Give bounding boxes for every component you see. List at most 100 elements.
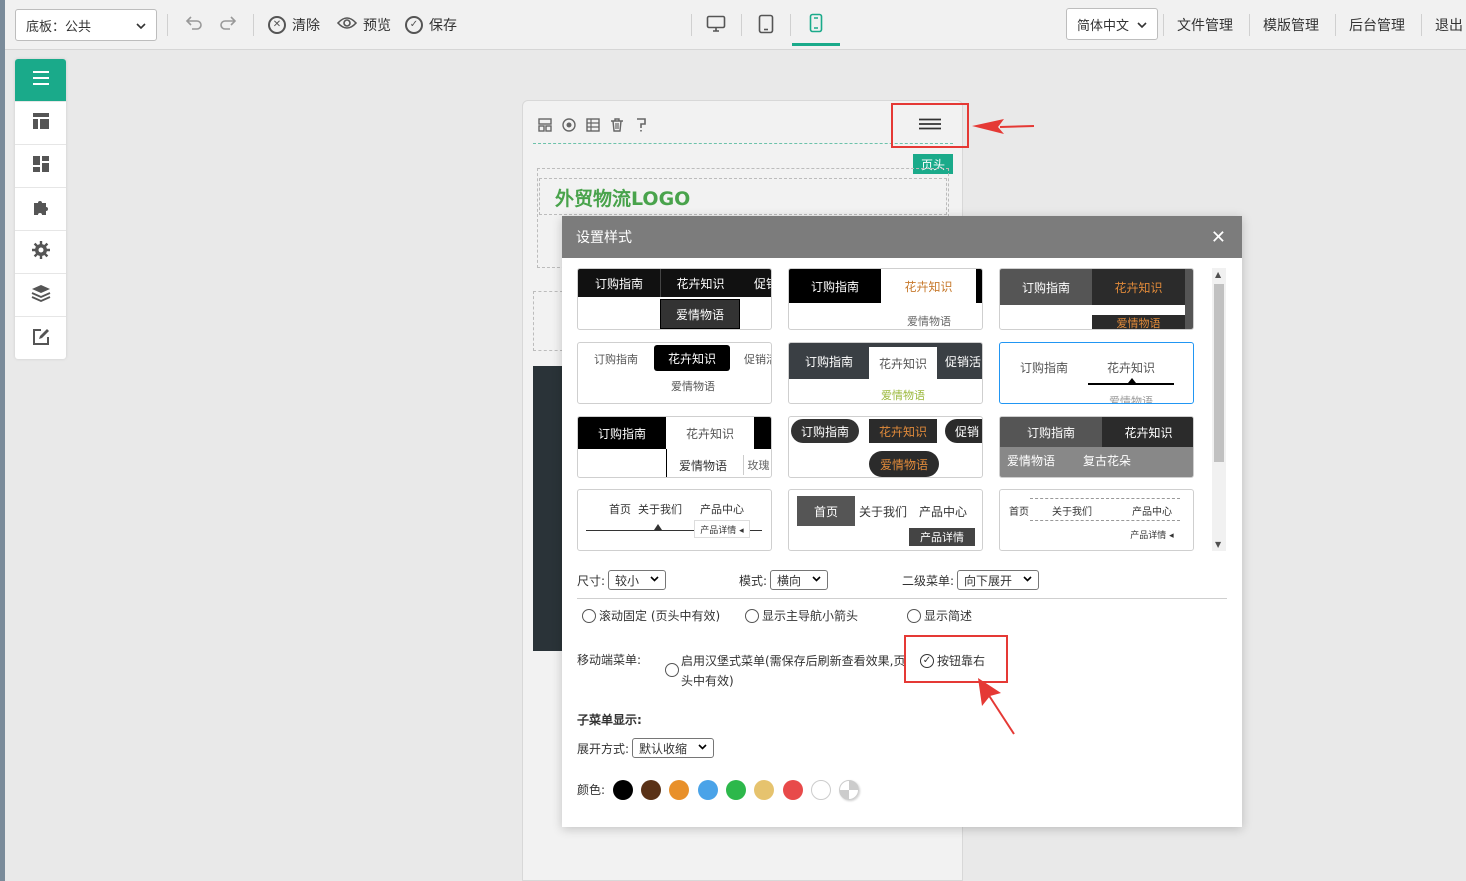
color-swatch-blue[interactable] (698, 780, 718, 800)
tile-text: 花卉知识 (1106, 360, 1155, 375)
toolbar-divider (1249, 14, 1250, 36)
tile-text: 订购指南 (791, 419, 859, 443)
size-select[interactable]: 较小 (608, 570, 666, 590)
styles-scrollbar[interactable]: ▲ ▼ (1212, 268, 1226, 551)
sidebar-item-edit[interactable] (15, 317, 66, 360)
gear-icon (31, 241, 50, 263)
sidebar-item-dashboard[interactable] (15, 145, 66, 188)
preview-button[interactable]: 预览 (336, 13, 391, 37)
tile-underline (1088, 383, 1174, 385)
sidebar-item-layers[interactable] (15, 274, 66, 317)
layers-icon (31, 284, 51, 306)
template-management-link[interactable]: 模版管理 (1263, 15, 1319, 35)
color-swatch-brown[interactable] (641, 780, 661, 800)
color-swatch-black[interactable] (613, 780, 633, 800)
style-option-7[interactable]: 订购指南 花卉知识 爱情物语 玫瑰 (577, 416, 772, 478)
desktop-view-button[interactable] (692, 6, 740, 46)
sidebar-item-layout[interactable] (15, 102, 66, 145)
admin-management-link[interactable]: 后台管理 (1349, 15, 1405, 35)
board-select[interactable]: 底板：公共 (15, 9, 157, 41)
check-icon[interactable]: ✓ (920, 653, 934, 668)
divider (577, 598, 1227, 599)
logout-link[interactable]: 退出 (1435, 15, 1463, 35)
tile-text: 关于我们 (858, 504, 907, 519)
color-swatch-gold[interactable] (754, 780, 774, 800)
file-management-link[interactable]: 文件管理 (1177, 15, 1233, 35)
tile-text: 花卉知识 (660, 269, 740, 297)
style-option-10[interactable]: 首页 关于我们 产品中心 产品详情 ◂ (577, 489, 772, 551)
tile-text: 爱情物语 (1092, 315, 1185, 329)
color-swatch-orange[interactable] (669, 780, 689, 800)
tile-text: 促销 (945, 419, 982, 443)
redo-button[interactable] (218, 13, 238, 37)
clear-button[interactable]: ✕ 清除 (268, 13, 320, 37)
list-icon[interactable] (585, 117, 601, 133)
tile-text: 首页 (797, 496, 855, 526)
toolbar-divider (253, 14, 254, 36)
target-icon[interactable] (561, 117, 577, 133)
scrollbar-thumb[interactable] (1214, 284, 1224, 462)
expand-select[interactable]: 默认收缩 (632, 738, 714, 758)
tile-accent (976, 269, 982, 303)
hamburger-option-radio[interactable] (665, 663, 679, 677)
sidebar-item-settings[interactable] (15, 231, 66, 274)
submenu-value: 向下展开 (964, 573, 1013, 588)
size-value: 较小 (615, 573, 640, 588)
tile-text: 花卉知识 (1092, 269, 1185, 305)
style-option-5[interactable]: 订购指南 花卉知识 促销活 爱情物语 (788, 342, 983, 404)
tablet-view-button[interactable] (742, 6, 790, 46)
color-swatch-white[interactable] (811, 780, 831, 800)
tile-text: 花卉知识 (1102, 417, 1193, 447)
show-arrow-option[interactable]: 显示主导航小箭头 (745, 607, 858, 624)
submenu-select[interactable]: 向下展开 (957, 570, 1039, 590)
hamburger-menu-button[interactable] (891, 103, 969, 148)
undo-button[interactable] (184, 13, 204, 37)
chevron-down-icon (698, 743, 707, 753)
style-option-1[interactable]: 订购指南 花卉知识 促销 爱情物语 (577, 268, 772, 330)
color-swatch-custom[interactable] (839, 780, 859, 800)
close-icon[interactable]: ✕ (1211, 227, 1226, 248)
menu-icon (32, 70, 50, 90)
style-option-9[interactable]: 订购指南 花卉知识 爱情物语 复古花朵 (999, 416, 1194, 478)
color-swatch-green[interactable] (726, 780, 746, 800)
show-desc-option[interactable]: 显示简述 (907, 607, 972, 624)
eye-icon (336, 16, 358, 34)
scroll-up-icon[interactable]: ▲ (1215, 270, 1221, 279)
desktop-icon (706, 15, 726, 37)
tile-text: 花卉知识 (904, 279, 953, 294)
style-option-12[interactable]: 首页 关于我们 产品中心 产品详情 ◂ (999, 489, 1194, 551)
submenu-label: 二级菜单: (902, 574, 955, 588)
tile-accent (754, 417, 771, 449)
tile-text: 爱情物语 (907, 315, 951, 328)
style-option-8[interactable]: 订购指南 花卉知识 促销 爱情物语 (788, 416, 983, 478)
button-right-option[interactable]: ✓ 按钮靠右 (920, 652, 985, 669)
help-icon[interactable] (633, 117, 649, 133)
color-swatch-red[interactable] (783, 780, 803, 800)
mode-select[interactable]: 横向 (770, 570, 828, 590)
tile-text: 产品中心 (1132, 506, 1172, 518)
sidebar-item-plugins[interactable] (15, 188, 66, 231)
style-option-2[interactable]: 订购指南 花卉知识 爱情物语 (788, 268, 983, 330)
trash-icon[interactable] (609, 117, 625, 133)
radio-icon[interactable] (582, 608, 596, 623)
style-option-4[interactable]: 订购指南 花卉知识 促销活 爱情物语 (577, 342, 772, 404)
style-option-11[interactable]: 首页 关于我们 产品中心 产品详情 (788, 489, 983, 551)
style-option-3[interactable]: 订购指南 花卉知识 爱情物语 (999, 268, 1194, 330)
mobile-view-button[interactable] (792, 6, 840, 46)
language-select[interactable]: 简体中文 (1066, 8, 1158, 40)
preview-label: 预览 (363, 18, 391, 34)
sidebar-item-menu[interactable] (15, 59, 66, 102)
radio-icon[interactable] (907, 608, 921, 623)
annotation-arrow (978, 678, 1015, 735)
tile-text: 爱情物语 (1006, 453, 1055, 468)
style-option-6[interactable]: 订购指南 花卉知识 爱情物语 (999, 342, 1194, 404)
save-button[interactable]: ✓ 保存 (405, 13, 457, 37)
radio-icon[interactable] (745, 608, 759, 623)
scroll-fixed-option[interactable]: 滚动固定 (页头中有效) (582, 607, 720, 624)
show-arrow-label: 显示主导航小箭头 (762, 609, 859, 623)
tile-line (1030, 520, 1180, 521)
scroll-down-icon[interactable]: ▼ (1215, 540, 1221, 549)
layout-icon[interactable] (537, 117, 553, 133)
check-circle-icon: ✓ (405, 16, 423, 34)
show-desc-label: 显示简述 (924, 609, 973, 623)
